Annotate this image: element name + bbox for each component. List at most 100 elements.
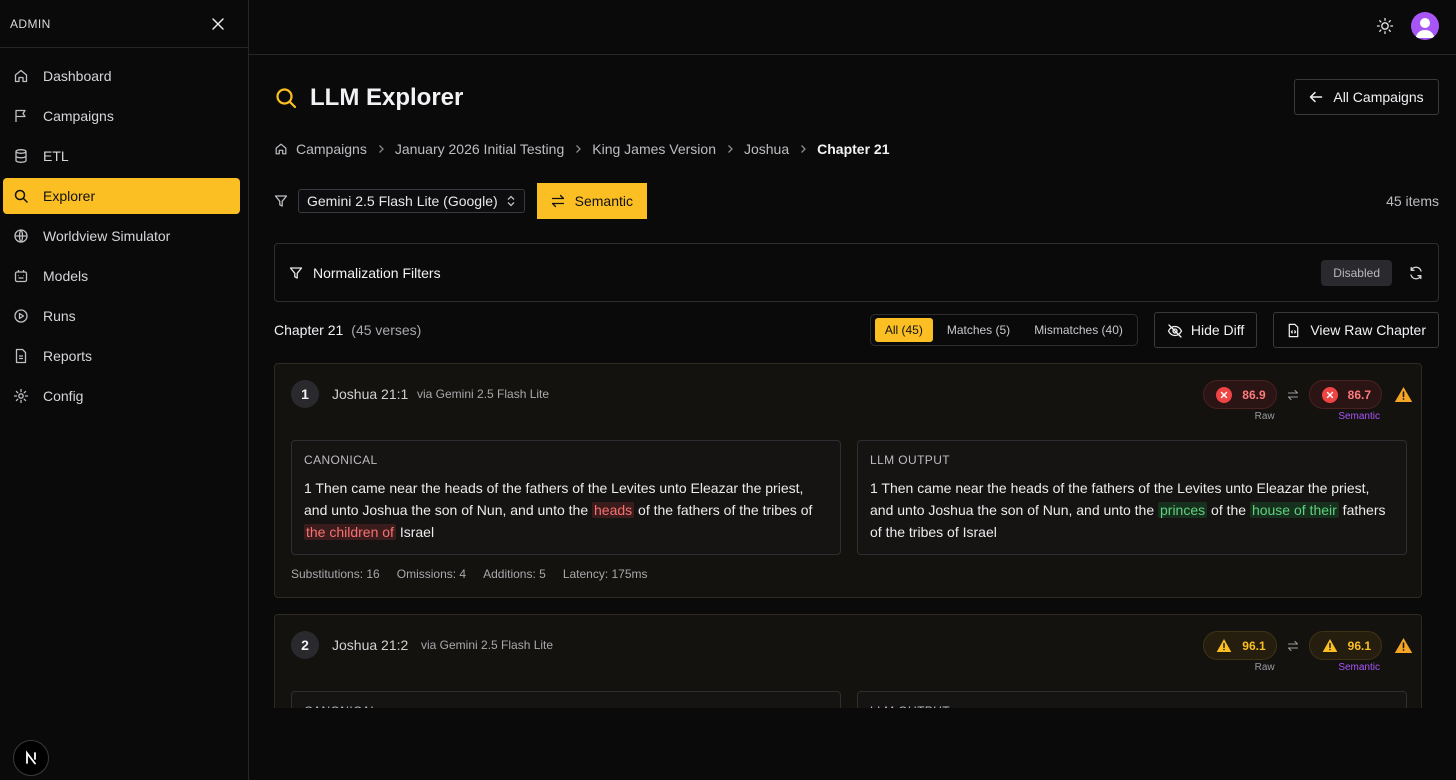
normalization-filters-panel[interactable]: Normalization Filters Disabled bbox=[274, 243, 1439, 302]
sidebar-item-runs[interactable]: Runs bbox=[3, 298, 240, 334]
chevron-right-icon bbox=[572, 143, 584, 155]
tab-all[interactable]: All (45) bbox=[874, 318, 933, 342]
sidebar-item-label: Models bbox=[43, 268, 89, 284]
home-icon[interactable] bbox=[274, 142, 288, 156]
search-icon bbox=[13, 188, 29, 204]
text-segment: of the bbox=[1207, 502, 1250, 518]
stat-substitutions: Substitutions: 16 bbox=[291, 567, 380, 581]
swap-icon bbox=[1287, 640, 1299, 652]
verse-stats: Substitutions: 16 Omissions: 4 Additions… bbox=[291, 567, 648, 581]
sidebar-item-label: Config bbox=[43, 388, 84, 404]
sun-icon[interactable] bbox=[1376, 17, 1394, 35]
llm-output-label: LLM OUTPUT bbox=[870, 704, 1394, 708]
canonical-text: 1 Then came near the heads of the father… bbox=[304, 477, 828, 543]
chevron-updown-icon bbox=[506, 195, 516, 207]
text-segment: of the fathers of the tribes of bbox=[634, 502, 813, 518]
verse-model: via Gemini 2.5 Flash Lite bbox=[421, 638, 554, 652]
raw-score: 86.9 Raw bbox=[1203, 380, 1277, 422]
canonical-panel: CANONICAL bbox=[291, 691, 841, 708]
search-icon bbox=[274, 86, 298, 110]
sidebar-item-reports[interactable]: Reports bbox=[3, 338, 240, 374]
semantic-score: 96.1 Semantic bbox=[1308, 631, 1382, 673]
play-circle-icon bbox=[13, 308, 29, 324]
semantic-score-label: Semantic bbox=[1338, 411, 1380, 422]
stat-latency: Latency: 175ms bbox=[562, 567, 648, 581]
sidebar-item-config[interactable]: Config bbox=[3, 378, 240, 414]
breadcrumb-version[interactable]: King James Version bbox=[592, 141, 716, 157]
canonical-label: CANONICAL bbox=[304, 453, 378, 467]
sidebar-item-label: Campaigns bbox=[43, 108, 114, 124]
breadcrumb-book[interactable]: Joshua bbox=[744, 141, 789, 157]
sidebar: ADMIN Dashboard Campaigns ETL Explorer W… bbox=[0, 0, 249, 780]
refresh-icon[interactable] bbox=[1408, 265, 1424, 281]
breadcrumb: Campaigns January 2026 Initial Testing K… bbox=[274, 141, 890, 157]
hide-diff-label: Hide Diff bbox=[1190, 322, 1245, 338]
sidebar-item-worldview-simulator[interactable]: Worldview Simulator bbox=[3, 218, 240, 254]
stat-omissions: Omissions: 4 bbox=[396, 567, 467, 581]
deleted-text: heads bbox=[592, 502, 635, 518]
chapter-verse-count: (45 verses) bbox=[351, 322, 422, 338]
llm-output-text: 1 Then came near the heads of the father… bbox=[870, 477, 1394, 543]
raw-score-label: Raw bbox=[1254, 411, 1275, 422]
verse-number: 2 bbox=[291, 631, 319, 659]
model-select[interactable]: Gemini 2.5 Flash Lite (Google) bbox=[298, 189, 525, 213]
close-icon[interactable] bbox=[208, 14, 228, 34]
chevron-right-icon bbox=[797, 143, 809, 155]
llm-output-panel: LLM OUTPUT bbox=[857, 691, 1407, 708]
sidebar-item-dashboard[interactable]: Dashboard bbox=[3, 58, 240, 94]
sidebar-item-label: Worldview Simulator bbox=[43, 228, 171, 244]
model-select-value: Gemini 2.5 Flash Lite (Google) bbox=[307, 193, 498, 209]
page-title-text: LLM Explorer bbox=[310, 84, 464, 111]
avatar[interactable] bbox=[1411, 12, 1439, 40]
chapter-title: Chapter 21 bbox=[274, 322, 344, 338]
warning-icon bbox=[1322, 638, 1338, 653]
file-code-icon bbox=[1286, 323, 1301, 338]
sidebar-item-label: ETL bbox=[43, 148, 69, 164]
tab-mismatches[interactable]: Mismatches (40) bbox=[1024, 318, 1133, 342]
chevron-right-icon bbox=[724, 143, 736, 155]
gear-icon bbox=[13, 388, 29, 404]
view-raw-chapter-button[interactable]: View Raw Chapter bbox=[1273, 312, 1439, 348]
sidebar-item-models[interactable]: Models bbox=[3, 258, 240, 294]
verse-card[interactable]: 1 Joshua 21:1 via Gemini 2.5 Flash Lite … bbox=[274, 363, 1422, 598]
page-title: LLM Explorer bbox=[274, 84, 463, 112]
breadcrumb-current: Chapter 21 bbox=[817, 141, 890, 157]
semantic-mode-button[interactable]: Semantic bbox=[536, 183, 647, 219]
semantic-score: 86.7 Semantic bbox=[1308, 380, 1382, 422]
added-text: princes bbox=[1158, 502, 1208, 518]
verse-card[interactable]: 2 Joshua 21:2 via Gemini 2.5 Flash Lite … bbox=[274, 614, 1422, 708]
semantic-score-value: 86.7 bbox=[1347, 387, 1371, 402]
all-campaigns-label: All Campaigns bbox=[1333, 89, 1424, 105]
swap-icon bbox=[1287, 389, 1299, 401]
sidebar-item-explorer[interactable]: Explorer bbox=[3, 178, 240, 214]
sidebar-item-label: Reports bbox=[43, 348, 93, 364]
sidebar-item-campaigns[interactable]: Campaigns bbox=[3, 98, 240, 134]
raw-score-badge: 96.1 bbox=[1203, 631, 1277, 660]
filter-row: Gemini 2.5 Flash Lite (Google) Semantic … bbox=[274, 183, 1439, 219]
llm-output-panel: LLM OUTPUT 1 Then came near the heads of… bbox=[857, 440, 1407, 555]
home-icon bbox=[13, 68, 29, 84]
normalization-title: Normalization Filters bbox=[313, 264, 441, 281]
flag-icon bbox=[13, 108, 29, 124]
semantic-score-badge: 86.7 bbox=[1308, 380, 1382, 409]
llm-output-label: LLM OUTPUT bbox=[870, 453, 951, 467]
breadcrumb-campaign[interactable]: January 2026 Initial Testing bbox=[395, 141, 564, 157]
view-raw-chapter-label: View Raw Chapter bbox=[1310, 322, 1426, 338]
app-logo[interactable] bbox=[13, 740, 49, 776]
sidebar-item-etl[interactable]: ETL bbox=[3, 138, 240, 174]
warning-icon bbox=[1394, 386, 1413, 403]
tab-matches[interactable]: Matches (5) bbox=[937, 318, 1020, 342]
added-text: house of their bbox=[1249, 502, 1339, 518]
filter-icon bbox=[274, 194, 288, 208]
verse-number: 1 bbox=[291, 380, 319, 408]
all-campaigns-button[interactable]: All Campaigns bbox=[1294, 79, 1439, 115]
arrow-left-icon bbox=[1309, 90, 1323, 104]
file-text-icon bbox=[13, 348, 29, 364]
semantic-score-label: Semantic bbox=[1338, 662, 1380, 673]
semantic-score-badge: 96.1 bbox=[1308, 631, 1382, 660]
status-badge: Disabled bbox=[1321, 259, 1392, 286]
breadcrumb-campaigns[interactable]: Campaigns bbox=[296, 141, 367, 157]
database-icon bbox=[13, 148, 29, 164]
verse-reference: Joshua 21:1 bbox=[332, 386, 409, 402]
hide-diff-button[interactable]: Hide Diff bbox=[1153, 312, 1258, 348]
